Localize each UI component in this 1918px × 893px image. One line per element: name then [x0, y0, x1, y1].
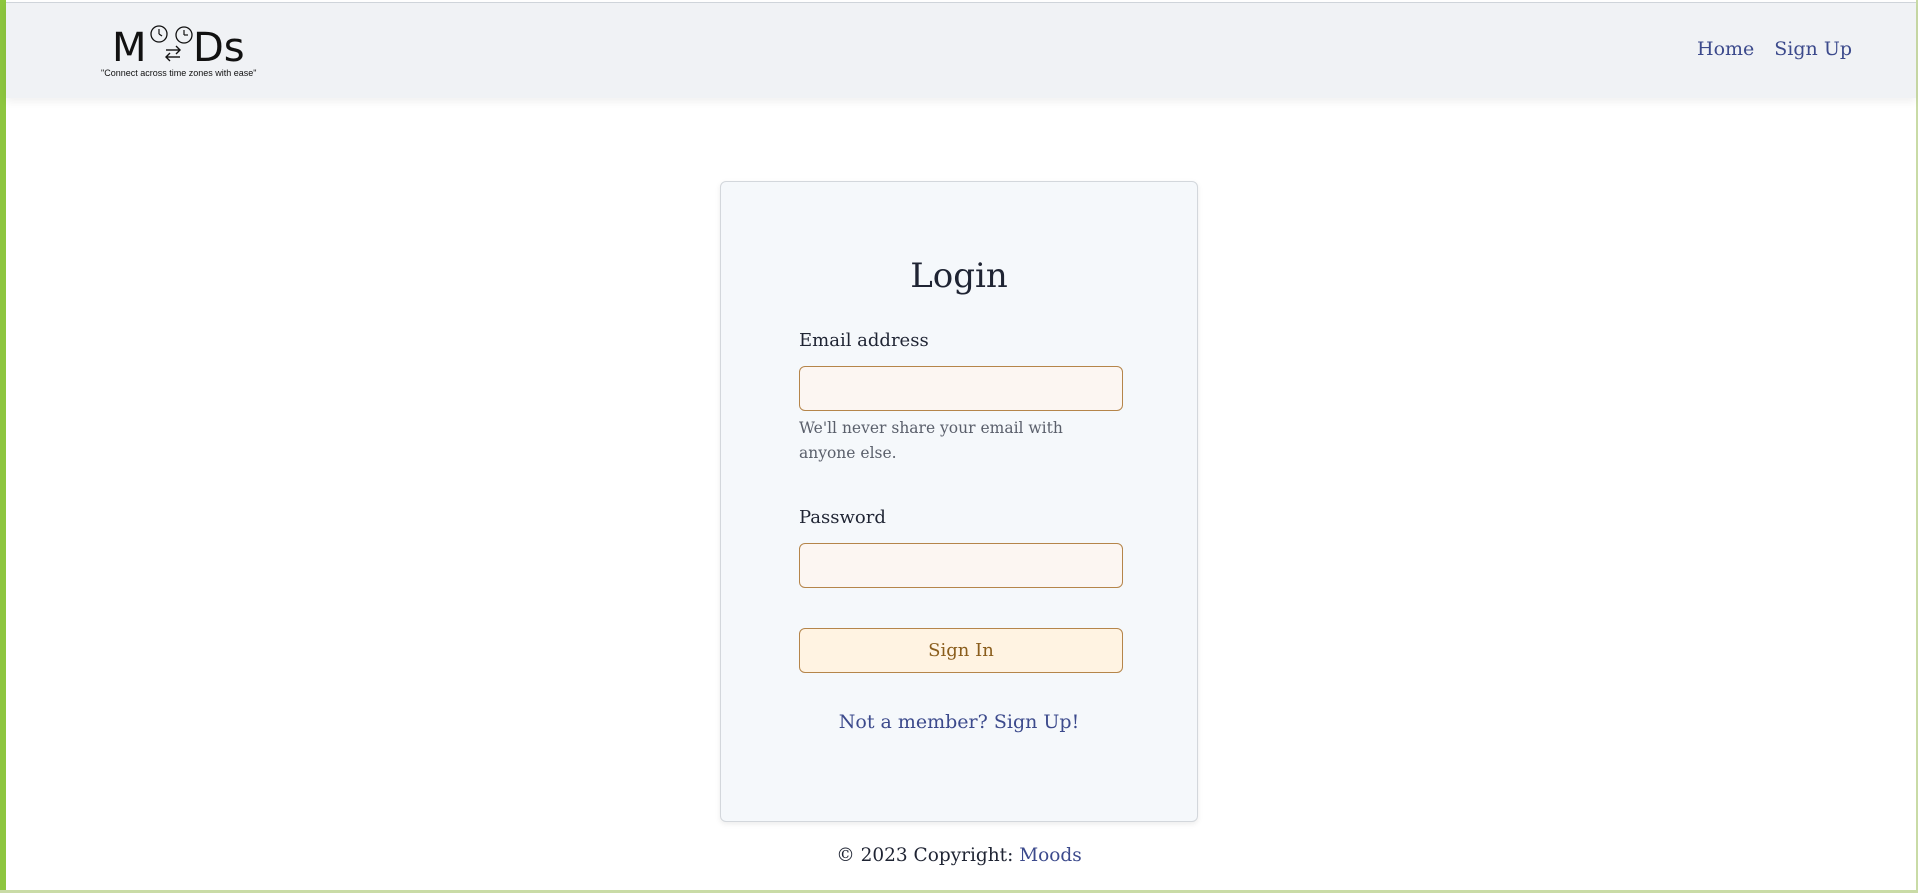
- clock-icon: [175, 26, 193, 44]
- brand-tagline: "Connect across time zones with ease": [101, 68, 257, 78]
- window-border-left: [0, 0, 6, 893]
- footer-brand-link[interactable]: Moods: [1019, 845, 1082, 866]
- nav-home-link[interactable]: Home: [1697, 38, 1754, 60]
- email-help-text: We'll never share your email with anyone…: [799, 419, 1063, 462]
- login-title: Login: [910, 256, 1008, 296]
- login-card: Login Email address We'll never share yo…: [720, 181, 1198, 822]
- email-input[interactable]: [799, 366, 1123, 411]
- svg-text:M: M: [112, 25, 147, 71]
- email-label: Email address: [799, 330, 929, 351]
- nav-links: Home Sign Up: [1697, 38, 1852, 60]
- nav-signup-link[interactable]: Sign Up: [1774, 38, 1852, 60]
- svg-text:Ds: Ds: [193, 25, 245, 71]
- logo-graphic: M Ds: [112, 25, 245, 71]
- clock-icon: [150, 25, 168, 43]
- sign-in-button[interactable]: Sign In: [799, 628, 1123, 673]
- navbar: M Ds "Connect across time zones with eas…: [6, 2, 1916, 98]
- swap-arrows-icon: [165, 45, 181, 62]
- copyright-text: © 2023 Copyright:: [836, 845, 1020, 866]
- password-label: Password: [799, 507, 886, 528]
- signup-prompt-link[interactable]: Not a member? Sign Up!: [721, 711, 1197, 733]
- password-input[interactable]: [799, 543, 1123, 588]
- footer: © 2023 Copyright: Moods: [0, 845, 1918, 866]
- brand-logo[interactable]: M Ds "Connect across time zones with eas…: [94, 23, 274, 83]
